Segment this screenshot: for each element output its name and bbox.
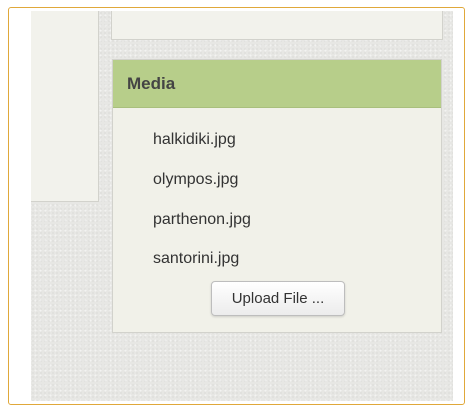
media-file-item[interactable]: olympos.jpg — [153, 171, 238, 189]
media-panel-header: Media — [113, 60, 441, 108]
media-file-item[interactable]: parthenon.jpg — [153, 211, 251, 229]
designer-workspace: Media halkidiki.jpg olympos.jpg partheno… — [31, 11, 453, 401]
left-panel — [31, 11, 99, 202]
media-panel: Media halkidiki.jpg olympos.jpg partheno… — [112, 59, 442, 333]
media-file-item[interactable]: halkidiki.jpg — [153, 131, 236, 149]
highlight-frame: Media halkidiki.jpg olympos.jpg partheno… — [8, 7, 465, 405]
upload-file-button[interactable]: Upload File ... — [211, 281, 345, 316]
media-panel-title: Media — [127, 73, 176, 93]
components-panel-bottom — [111, 11, 443, 40]
media-file-item[interactable]: santorini.jpg — [153, 250, 239, 268]
